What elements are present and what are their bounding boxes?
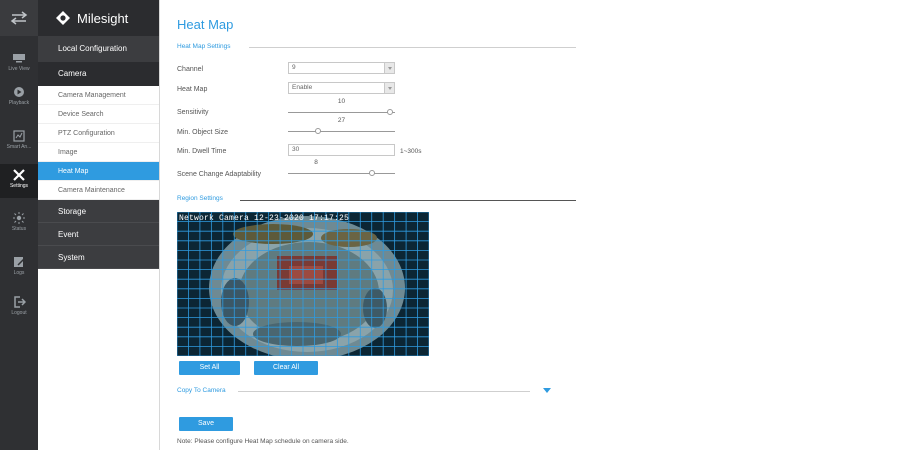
icon-rail: Live View Playback Smart An... Settings … — [0, 0, 38, 450]
nav-image[interactable]: Image — [38, 143, 159, 162]
chart-icon — [13, 130, 25, 142]
slider-track — [288, 173, 395, 174]
save-button[interactable]: Save — [179, 417, 233, 431]
channel-value: 9 — [292, 64, 296, 71]
nav-ptz-configuration[interactable]: PTZ Configuration — [38, 124, 159, 143]
rail-item-settings[interactable]: Settings — [0, 164, 38, 198]
slider-track — [288, 112, 395, 113]
rail-item-logs[interactable]: Logs — [0, 256, 38, 276]
rail-item-logout[interactable]: Logout — [0, 296, 38, 316]
nav-event[interactable]: Event — [38, 223, 159, 246]
nav-camera[interactable]: Camera — [38, 62, 159, 86]
nav-system[interactable]: System — [38, 246, 159, 269]
channel-select[interactable]: 9 — [288, 62, 395, 74]
min-dwell-time-hint: 1~300s — [400, 148, 422, 155]
slider-track — [288, 131, 395, 132]
copy-to-camera-title: Copy To Camera — [177, 387, 226, 394]
edit-icon — [14, 257, 25, 267]
nav-local-configuration[interactable]: Local Configuration — [38, 36, 159, 62]
note-text: Note: Please configure Heat Map schedule… — [177, 438, 349, 445]
section-divider — [249, 47, 576, 48]
scene-change-label: Scene Change Adaptability — [177, 171, 262, 178]
rail-label: Logs — [13, 270, 25, 276]
min-object-size-label: Min. Object Size — [177, 129, 228, 136]
section-divider — [240, 200, 576, 201]
rail-label: Settings — [9, 183, 29, 189]
sensitivity-value: 10 — [337, 98, 346, 105]
logout-icon — [14, 296, 26, 308]
rail-label: Playback — [8, 100, 30, 106]
monitor-icon — [13, 54, 25, 63]
rail-item-playback[interactable]: Playback — [0, 86, 38, 106]
fisheye-image — [177, 212, 429, 356]
heat-map-label: Heat Map — [177, 86, 208, 93]
clear-all-button[interactable]: Clear All — [254, 361, 318, 375]
brand-logo: Milesight — [38, 0, 159, 36]
min-dwell-time-input[interactable]: 30 — [288, 144, 395, 156]
sensitivity-label: Sensitivity — [177, 109, 209, 116]
rail-label: Status — [11, 226, 27, 232]
min-dwell-time-label: Min. Dwell Time — [177, 148, 227, 155]
brand-name: Milesight — [77, 10, 129, 26]
nav-storage[interactable]: Storage — [38, 200, 159, 223]
nav-camera-management[interactable]: Camera Management — [38, 86, 159, 105]
min-object-size-slider[interactable]: 27 — [288, 117, 395, 137]
channel-label: Channel — [177, 66, 204, 73]
app-window: Live View Playback Smart An... Settings … — [0, 0, 903, 450]
page-title: Heat Map — [177, 17, 234, 32]
settings-nav: Milesight Local Configuration Camera Cam… — [38, 0, 160, 450]
rail-toggle[interactable] — [0, 0, 38, 36]
rail-item-status[interactable]: Status — [0, 212, 38, 232]
scene-change-value: 8 — [314, 159, 318, 166]
chevron-down-icon — [384, 83, 394, 93]
main-content: Heat Map Heat Map Settings Channel 9 Hea… — [176, 0, 896, 450]
nav-lower-sections: Storage Event System — [38, 200, 159, 269]
wrench-cross-icon — [13, 169, 25, 181]
rail-item-smart-analysis[interactable]: Smart An... — [0, 130, 38, 150]
heat-map-select[interactable]: Enable — [288, 82, 395, 94]
heat-map-value: Enable — [292, 84, 313, 91]
milesight-logo-icon — [56, 11, 70, 25]
video-osd: Network Camera 12-23-2020 17:17:25 — [179, 214, 350, 223]
rail-label: Smart An... — [6, 144, 32, 150]
rail-label: Logout — [11, 310, 27, 316]
nav-camera-maintenance[interactable]: Camera Maintenance — [38, 181, 159, 200]
min-object-size-value: 27 — [337, 117, 346, 124]
rail-item-live-view[interactable]: Live View — [0, 52, 38, 72]
swap-arrows-icon — [10, 11, 28, 25]
section-divider — [238, 391, 530, 392]
chevron-down-icon — [384, 63, 394, 73]
sun-icon — [13, 212, 25, 224]
nav-device-search[interactable]: Device Search — [38, 105, 159, 124]
rail-label: Live View — [8, 66, 30, 72]
chevron-down-icon[interactable] — [543, 388, 551, 393]
region-settings-title: Region Settings — [177, 195, 223, 202]
slider-knob[interactable] — [315, 128, 321, 134]
nav-heat-map[interactable]: Heat Map — [38, 162, 159, 181]
playback-icon — [14, 87, 24, 97]
heat-map-settings-title: Heat Map Settings — [177, 43, 231, 50]
slider-knob[interactable] — [369, 170, 375, 176]
scene-change-slider[interactable]: 8 — [288, 159, 395, 179]
slider-knob[interactable] — [387, 109, 393, 115]
set-all-button[interactable]: Set All — [179, 361, 240, 375]
camera-preview[interactable]: Network Camera 12-23-2020 17:17:25 — [177, 212, 429, 356]
